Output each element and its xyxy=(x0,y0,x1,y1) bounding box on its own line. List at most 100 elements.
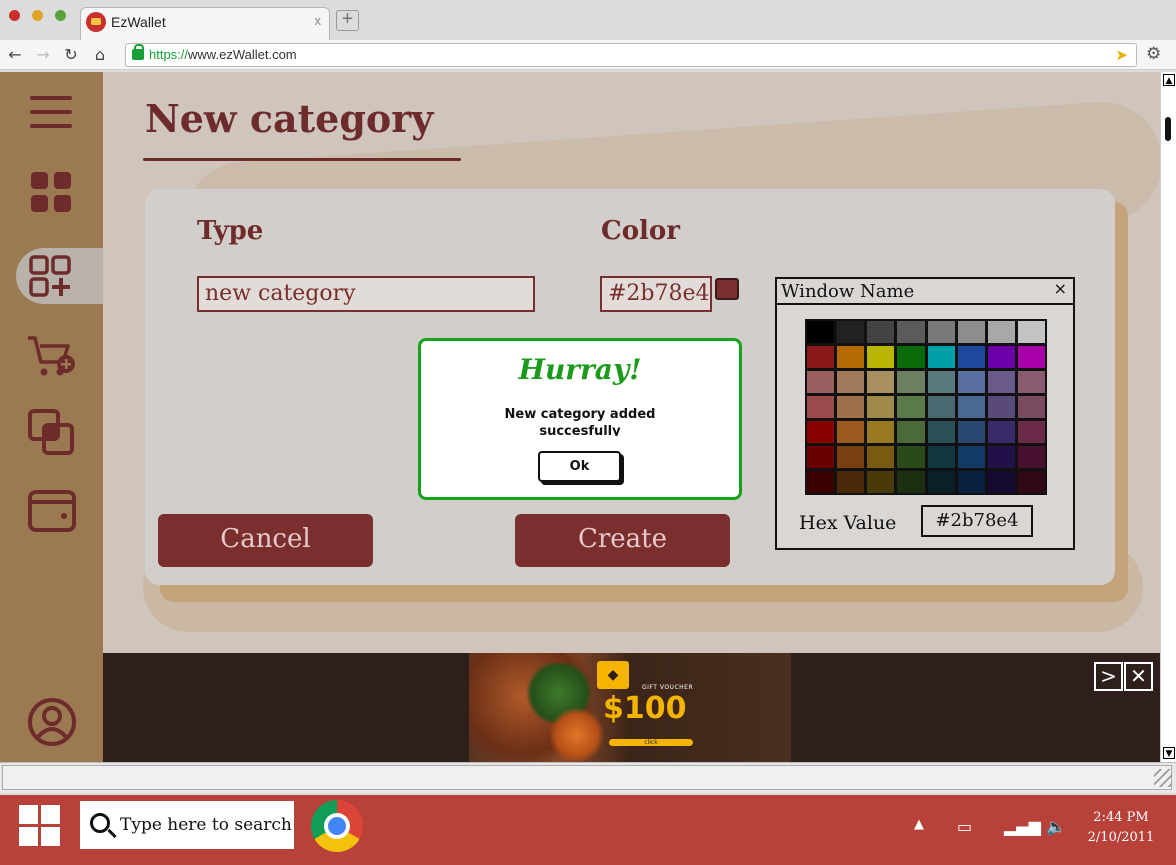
ad-close-button[interactable]: ✕ xyxy=(1124,662,1153,691)
palette-color-cell[interactable] xyxy=(927,396,955,418)
ad-click-button[interactable]: click xyxy=(609,739,693,746)
palette-color-cell[interactable] xyxy=(807,371,835,393)
new-tab-button[interactable]: + xyxy=(336,9,359,31)
palette-color-cell[interactable] xyxy=(1017,446,1045,468)
ad-banner[interactable]: ◆ GIFT VOUCHER $100 click > ✕ xyxy=(103,653,1160,762)
palette-color-cell[interactable] xyxy=(957,346,985,368)
palette-color-cell[interactable] xyxy=(957,471,985,493)
palette-color-cell[interactable] xyxy=(807,421,835,443)
forward-icon[interactable]: → xyxy=(32,44,54,66)
bookmark-star-icon[interactable]: ➤ xyxy=(1115,46,1128,64)
page-scrollbar[interactable]: ▲ ▼ xyxy=(1160,72,1176,762)
palette-color-cell[interactable] xyxy=(957,421,985,443)
palette-color-cell[interactable] xyxy=(807,471,835,493)
picker-close-button[interactable]: × xyxy=(1054,279,1067,298)
tab-close-button[interactable]: x xyxy=(315,13,322,28)
palette-color-cell[interactable] xyxy=(867,371,895,393)
palette-color-cell[interactable] xyxy=(897,396,925,418)
chrome-icon[interactable] xyxy=(311,800,363,852)
maximize-window-button[interactable] xyxy=(55,10,66,21)
palette-color-cell[interactable] xyxy=(987,446,1015,468)
palette-color-cell[interactable] xyxy=(987,346,1015,368)
color-swatch-button[interactable] xyxy=(715,278,739,300)
palette-color-cell[interactable] xyxy=(897,371,925,393)
taskbar-search-box[interactable]: Type here to search xyxy=(80,801,294,849)
tray-chevron-up-icon[interactable]: ▲ xyxy=(914,817,924,832)
palette-color-cell[interactable] xyxy=(807,396,835,418)
palette-color-cell[interactable] xyxy=(807,321,835,343)
palette-color-cell[interactable] xyxy=(987,371,1015,393)
palette-color-cell[interactable] xyxy=(1017,421,1045,443)
dashboard-icon[interactable] xyxy=(24,166,80,222)
palette-color-cell[interactable] xyxy=(1017,321,1045,343)
palette-color-cell[interactable] xyxy=(867,446,895,468)
palette-color-cell[interactable] xyxy=(867,471,895,493)
back-icon[interactable]: ← xyxy=(4,44,26,66)
color-input[interactable]: #2b78e4 xyxy=(600,276,712,312)
ad-next-button[interactable]: > xyxy=(1094,662,1123,691)
palette-color-cell[interactable] xyxy=(897,346,925,368)
palette-color-cell[interactable] xyxy=(897,421,925,443)
ad-image[interactable]: ◆ GIFT VOUCHER $100 click xyxy=(469,653,791,762)
resize-grip-icon[interactable] xyxy=(1154,769,1172,787)
palette-color-cell[interactable] xyxy=(987,421,1015,443)
ok-button[interactable]: Ok xyxy=(538,451,621,482)
palette-color-cell[interactable] xyxy=(837,421,865,443)
palette-color-cell[interactable] xyxy=(867,396,895,418)
palette-color-cell[interactable] xyxy=(837,371,865,393)
wallet-icon[interactable] xyxy=(24,484,80,540)
close-window-button[interactable] xyxy=(9,10,20,21)
palette-color-cell[interactable] xyxy=(837,396,865,418)
palette-color-cell[interactable] xyxy=(897,321,925,343)
palette-color-cell[interactable] xyxy=(1017,396,1045,418)
wifi-signal-icon[interactable]: ▂▄▆ xyxy=(1004,817,1041,836)
palette-color-cell[interactable] xyxy=(927,471,955,493)
palette-color-cell[interactable] xyxy=(957,446,985,468)
palette-color-cell[interactable] xyxy=(807,346,835,368)
palette-color-cell[interactable] xyxy=(927,371,955,393)
create-button[interactable]: Create xyxy=(515,514,730,567)
profile-icon[interactable] xyxy=(24,694,80,750)
palette-color-cell[interactable] xyxy=(1017,371,1045,393)
cancel-button[interactable]: Cancel xyxy=(158,514,373,567)
browser-tab[interactable]: EzWallet x xyxy=(80,7,330,40)
palette-color-cell[interactable] xyxy=(1017,346,1045,368)
windows-start-icon[interactable] xyxy=(19,805,61,847)
battery-icon[interactable]: ▭ xyxy=(957,817,972,836)
palette-color-cell[interactable] xyxy=(837,321,865,343)
palette-color-cell[interactable] xyxy=(837,346,865,368)
palette-color-cell[interactable] xyxy=(867,346,895,368)
menu-icon[interactable] xyxy=(24,86,80,142)
palette-color-cell[interactable] xyxy=(987,471,1015,493)
palette-color-cell[interactable] xyxy=(957,321,985,343)
palette-color-cell[interactable] xyxy=(897,471,925,493)
palette-color-cell[interactable] xyxy=(927,346,955,368)
address-bar[interactable]: https://www.ezWallet.com ➤ xyxy=(125,43,1137,67)
palette-color-cell[interactable] xyxy=(867,321,895,343)
gear-icon[interactable]: ⚙ xyxy=(1146,44,1161,64)
type-input[interactable]: new category xyxy=(197,276,535,312)
palette-color-cell[interactable] xyxy=(987,396,1015,418)
palette-color-cell[interactable] xyxy=(957,371,985,393)
minimize-window-button[interactable] xyxy=(32,10,43,21)
reload-icon[interactable]: ↻ xyxy=(60,44,82,66)
palette-color-cell[interactable] xyxy=(867,421,895,443)
palette-color-cell[interactable] xyxy=(927,421,955,443)
palette-color-cell[interactable] xyxy=(987,321,1015,343)
speaker-icon[interactable]: 🔈 xyxy=(1046,817,1066,836)
scroll-thumb[interactable] xyxy=(1165,117,1171,141)
palette-color-cell[interactable] xyxy=(927,446,955,468)
palette-color-cell[interactable] xyxy=(1017,471,1045,493)
scroll-down-icon[interactable]: ▼ xyxy=(1163,747,1175,759)
scroll-up-icon[interactable]: ▲ xyxy=(1163,74,1175,86)
palette-color-cell[interactable] xyxy=(957,396,985,418)
hex-value-input[interactable]: #2b78e4 xyxy=(921,505,1033,537)
palette-color-cell[interactable] xyxy=(807,446,835,468)
home-icon[interactable]: ⌂ xyxy=(89,44,111,66)
palette-color-cell[interactable] xyxy=(927,321,955,343)
palette-color-cell[interactable] xyxy=(837,471,865,493)
transactions-icon[interactable] xyxy=(24,406,80,462)
taskbar-clock[interactable]: 2:44 PM 2/10/2011 xyxy=(1086,808,1156,848)
palette-color-cell[interactable] xyxy=(897,446,925,468)
add-category-icon[interactable] xyxy=(24,248,80,304)
